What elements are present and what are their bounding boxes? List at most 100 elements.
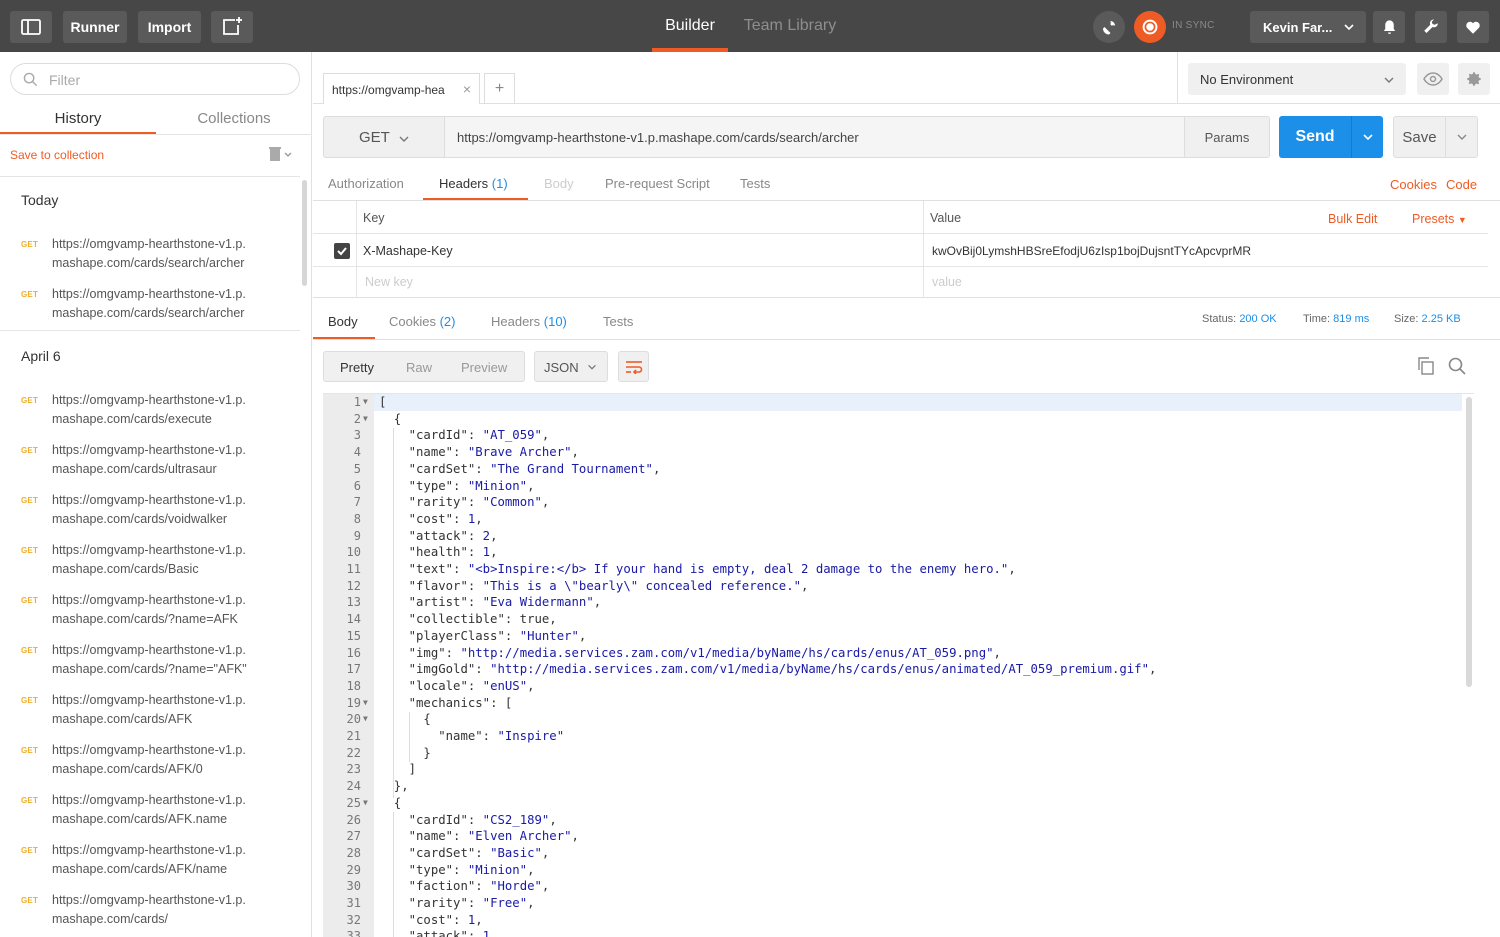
notifications-button[interactable] bbox=[1373, 11, 1405, 43]
request-tab[interactable]: https://omgvamp-hea × bbox=[323, 73, 480, 104]
header-enabled-checkbox[interactable] bbox=[334, 243, 350, 259]
sidebar-scrollbar[interactable] bbox=[302, 180, 307, 286]
tab-body[interactable]: Body bbox=[544, 168, 574, 201]
params-button[interactable]: Params bbox=[1184, 116, 1270, 158]
wrap-lines-button[interactable] bbox=[618, 351, 649, 382]
filter-input[interactable] bbox=[49, 70, 289, 90]
code-text: "health": 1, bbox=[408, 545, 498, 560]
fold-toggle-icon[interactable]: ▼ bbox=[363, 394, 368, 411]
history-item[interactable]: GET https://omgvamp-hearthstone-v1.p. mash… bbox=[0, 543, 300, 589]
code-line: 13 "artist": "Eva Widermann", bbox=[323, 594, 1463, 611]
environment-value: No Environment bbox=[1200, 72, 1294, 87]
save-button[interactable]: Save bbox=[1393, 116, 1446, 158]
history-item[interactable]: GET https://omgvamp-hearthstone-v1.p. mash… bbox=[0, 643, 300, 689]
header-value[interactable]: kwOvBij0LymshHBSreEfodjU6zIsp1bojDujsntT… bbox=[932, 244, 1251, 258]
fold-toggle-icon[interactable]: ▼ bbox=[363, 711, 368, 728]
response-body-editor[interactable]: 1 ▼[2 ▼ {3 "cardId": "AT_059", 4 "name": "B… bbox=[323, 393, 1474, 937]
save-options-button[interactable] bbox=[1446, 116, 1478, 158]
history-item[interactable]: GET https://omgvamp-hearthstone-v1.p. mash… bbox=[0, 237, 300, 283]
trash-icon bbox=[269, 147, 292, 161]
delete-history-button[interactable] bbox=[268, 146, 292, 167]
new-window-button[interactable] bbox=[211, 11, 253, 43]
runner-button[interactable]: Runner bbox=[63, 11, 127, 43]
chevron-down-icon bbox=[1344, 24, 1354, 31]
code-line: 18 "locale": "enUS", bbox=[323, 678, 1463, 695]
url-input[interactable]: https://omgvamp-hearthstone-v1.p.mashape… bbox=[444, 116, 1184, 158]
line-number: 24 bbox=[346, 779, 361, 794]
save-to-collection-link[interactable]: Save to collection bbox=[10, 148, 104, 162]
satellite-icon bbox=[1103, 21, 1115, 35]
import-button[interactable]: Import bbox=[138, 11, 201, 43]
new-key-input[interactable]: New key bbox=[365, 275, 413, 289]
toggle-sidebar-button[interactable] bbox=[10, 11, 52, 43]
response-tab-headers-label: Headers bbox=[491, 314, 541, 329]
interceptor-button[interactable] bbox=[1093, 11, 1125, 43]
code-line: 28 "cardSet": "Basic", bbox=[323, 845, 1463, 862]
line-number: 32 bbox=[346, 912, 361, 927]
fold-toggle-icon[interactable]: ▼ bbox=[363, 695, 368, 712]
tab-collections[interactable]: Collections bbox=[156, 102, 312, 134]
tab-builder[interactable]: Builder bbox=[652, 0, 728, 52]
history-item[interactable]: GET https://omgvamp-hearthstone-v1.p. mash… bbox=[0, 287, 300, 333]
new-value-input[interactable]: value bbox=[932, 275, 962, 289]
response-tab-tests[interactable]: Tests bbox=[603, 306, 633, 340]
send-button[interactable]: Send bbox=[1279, 116, 1351, 158]
response-tab-cookies[interactable]: Cookies (2) bbox=[389, 306, 455, 340]
fold-toggle-icon[interactable]: ▼ bbox=[363, 411, 368, 428]
presets-dropdown[interactable]: Presets ▼ bbox=[1412, 212, 1467, 226]
format-pretty[interactable]: Pretty bbox=[340, 360, 374, 375]
search-response-button[interactable] bbox=[1447, 356, 1467, 381]
time-label: Time: bbox=[1303, 313, 1331, 325]
user-menu[interactable]: Kevin Far... bbox=[1250, 11, 1366, 43]
request-tab-bar: https://omgvamp-hea × + bbox=[313, 52, 1177, 104]
sync-status-button[interactable] bbox=[1134, 11, 1166, 43]
history-item[interactable]: GET https://omgvamp-hearthstone-v1.p. mash… bbox=[0, 693, 300, 739]
header-key[interactable]: X-Mashape-Key bbox=[363, 244, 453, 258]
code-text: } bbox=[379, 745, 431, 760]
history-item[interactable]: GET https://omgvamp-hearthstone-v1.p. mash… bbox=[0, 443, 300, 489]
tab-tests[interactable]: Tests bbox=[740, 168, 770, 201]
settings-button[interactable] bbox=[1415, 11, 1447, 43]
tab-pre-request-script[interactable]: Pre-request Script bbox=[605, 168, 710, 201]
tab-headers[interactable]: Headers (1) bbox=[423, 168, 528, 201]
copy-response-button[interactable] bbox=[1416, 356, 1436, 381]
method-select[interactable]: GET bbox=[323, 116, 444, 158]
format-preview[interactable]: Preview bbox=[461, 360, 507, 375]
history-url-line: https://omgvamp-hearthstone-v1.p. bbox=[52, 743, 246, 757]
new-tab-button[interactable]: + bbox=[484, 73, 515, 104]
caret-down-icon: ▼ bbox=[1457, 215, 1467, 225]
history-item[interactable]: GET https://omgvamp-hearthstone-v1.p. mash… bbox=[0, 493, 300, 539]
tab-headers-count: (1) bbox=[491, 176, 508, 191]
key-column-header: Key bbox=[363, 211, 385, 225]
send-options-button[interactable] bbox=[1351, 116, 1383, 158]
bulk-edit-link[interactable]: Bulk Edit bbox=[1328, 212, 1377, 226]
size-value: 2.25 KB bbox=[1421, 313, 1461, 325]
history-item[interactable]: GET https://omgvamp-hearthstone-v1.p. mash… bbox=[0, 793, 300, 839]
fold-toggle-icon[interactable]: ▼ bbox=[363, 795, 368, 812]
history-item[interactable]: GET https://omgvamp-hearthstone-v1.p. mash… bbox=[0, 593, 300, 639]
tab-authorization[interactable]: Authorization bbox=[328, 168, 404, 201]
history-item[interactable]: GET https://omgvamp-hearthstone-v1.p. mash… bbox=[0, 893, 300, 937]
method-badge: GET bbox=[21, 896, 39, 905]
cookies-link[interactable]: Cookies bbox=[1390, 177, 1437, 192]
editor-scrollbar[interactable] bbox=[1466, 397, 1472, 687]
tab-team-library[interactable]: Team Library bbox=[738, 0, 842, 52]
history-item[interactable]: GET https://omgvamp-hearthstone-v1.p. mash… bbox=[0, 393, 300, 439]
code-text: ] bbox=[379, 762, 417, 777]
response-tab-headers[interactable]: Headers (10) bbox=[491, 306, 567, 340]
manage-environments-button[interactable] bbox=[1458, 63, 1490, 95]
filter-field[interactable] bbox=[10, 63, 300, 95]
format-raw[interactable]: Raw bbox=[406, 360, 432, 375]
history-url-line: https://omgvamp-hearthstone-v1.p. bbox=[52, 543, 246, 557]
language-select[interactable]: JSON bbox=[534, 351, 608, 382]
favorite-button[interactable] bbox=[1457, 11, 1489, 43]
history-item[interactable]: GET https://omgvamp-hearthstone-v1.p. mash… bbox=[0, 743, 300, 789]
code-text: [ bbox=[379, 395, 387, 409]
history-item[interactable]: GET https://omgvamp-hearthstone-v1.p. mash… bbox=[0, 843, 300, 889]
environment-select[interactable]: No Environment bbox=[1188, 63, 1406, 95]
environment-quick-look-button[interactable] bbox=[1417, 63, 1449, 95]
tab-history[interactable]: History bbox=[0, 102, 156, 135]
code-link[interactable]: Code bbox=[1446, 177, 1477, 192]
response-tab-body[interactable]: Body bbox=[313, 306, 375, 340]
close-icon[interactable]: × bbox=[463, 81, 471, 97]
